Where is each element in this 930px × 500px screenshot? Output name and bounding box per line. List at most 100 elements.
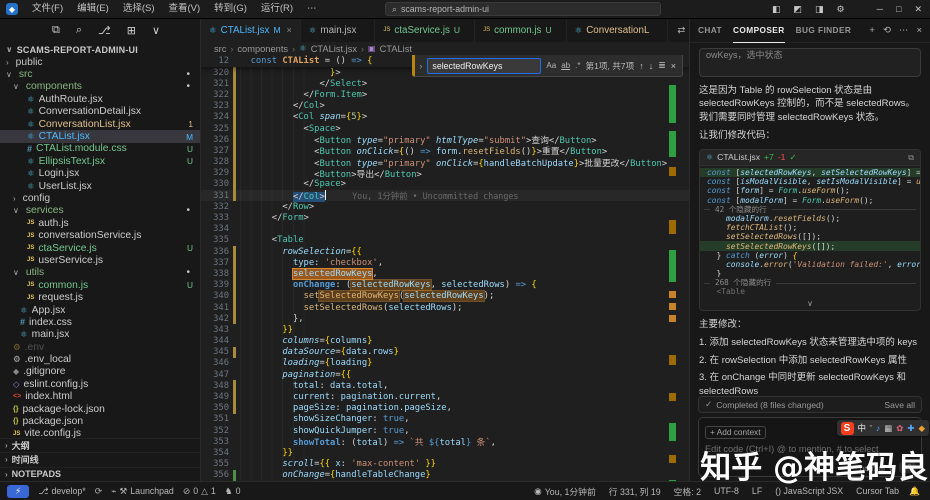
copy-code-icon[interactable]: ⧉: [908, 152, 914, 163]
find-next-icon[interactable]: ↓: [649, 61, 654, 71]
code-line[interactable]: 322 </Form.Item>: [201, 89, 689, 100]
ime-toolbar-icon[interactable]: ◆: [918, 420, 925, 436]
code-line[interactable]: 321 </Select>: [201, 78, 689, 89]
code-line[interactable]: 348 total: data.total,: [201, 380, 689, 391]
file-tree-item[interactable]: {} package.json: [0, 415, 200, 427]
file-tree-item[interactable]: # index.css: [0, 316, 200, 328]
breadcrumb-item[interactable]: CTAList: [380, 44, 412, 54]
code-line[interactable]: 355 scroll={{ x: 'max-content' }}: [201, 459, 689, 470]
regex-icon[interactable]: .*: [575, 61, 580, 70]
code-line[interactable]: 335 <Table: [201, 235, 689, 246]
breadcrumb-item[interactable]: src: [214, 44, 226, 54]
toggle-panel-icon[interactable]: ◩: [794, 4, 803, 15]
status-item[interactable]: Cursor Tab: [853, 486, 899, 496]
command-center-search[interactable]: ⌕ scams-report-admin-ui: [385, 2, 661, 16]
status-item[interactable]: 🔔: [909, 486, 923, 497]
file-tree-item[interactable]: JS conversationService.js: [0, 229, 200, 241]
sogou-logo-icon[interactable]: S: [841, 422, 854, 435]
file-tree-item[interactable]: JS auth.js: [0, 217, 200, 229]
status-item[interactable]: () JavaScript JSX: [772, 486, 843, 496]
file-tree-item[interactable]: ∨ utils: [0, 267, 200, 279]
menu-item[interactable]: 查看(V): [161, 0, 207, 18]
file-tree-item[interactable]: ⚛ App.jsx: [0, 304, 200, 316]
project-title-row[interactable]: ∨ SCAMS-REPORT-ADMIN-UI: [0, 43, 200, 56]
code-line[interactable]: 343 }}: [201, 324, 689, 335]
file-tree-item[interactable]: JS vite.config.js: [0, 428, 200, 438]
code-line[interactable]: 347 pagination={{: [201, 369, 689, 380]
code-line[interactable]: 324 <Col span={5}>: [201, 112, 689, 123]
remote-indicator[interactable]: ⚡: [7, 485, 29, 498]
menu-item[interactable]: 编辑(E): [70, 0, 116, 18]
code-line[interactable]: 332 </Row>: [201, 201, 689, 212]
file-tree-item[interactable]: ⚛ ConversationDetail.jsx: [0, 106, 200, 118]
file-tree-item[interactable]: JS ctaService.js U: [0, 242, 200, 254]
breadcrumb-item[interactable]: CTAList.jsx: [311, 44, 357, 54]
sync-icon[interactable]: ⟳: [95, 486, 102, 497]
file-tree-item[interactable]: ⚛ Login.jsx: [0, 168, 200, 180]
file-tree-item[interactable]: JS userService.js: [0, 254, 200, 266]
code-line[interactable]: 334: [201, 224, 689, 235]
code-line[interactable]: 337 type: 'checkbox',: [201, 257, 689, 268]
file-tree-item[interactable]: ◇ eslint.config.js: [0, 378, 200, 390]
code-line[interactable]: 338 selectedRowKeys,: [201, 268, 689, 279]
editor-tab[interactable]: ⚛ main.jsx: [301, 18, 376, 42]
save-all-button[interactable]: Save all: [884, 400, 915, 410]
menu-item[interactable]: 转到(G): [207, 0, 254, 18]
code-line[interactable]: 329 <Button>导出</Button>: [201, 168, 689, 179]
completed-bar[interactable]: ✓ Completed (8 files changed) Save all: [698, 396, 922, 413]
sidebar-section-header[interactable]: › NOTEPADS: [0, 467, 200, 482]
ime-toolbar-icon[interactable]: ’: [870, 420, 872, 436]
search-icon[interactable]: ⌕: [76, 24, 82, 37]
sidebar-section-header[interactable]: › 大纲: [0, 438, 200, 453]
whole-word-icon[interactable]: ab: [561, 61, 570, 70]
chat-panel-tab[interactable]: COMPOSER: [733, 18, 785, 43]
match-case-icon[interactable]: Aa: [546, 61, 556, 70]
git-branch-status[interactable]: ⎇ develop*: [38, 486, 85, 497]
file-tree-item[interactable]: ∨ services: [0, 205, 200, 217]
file-tree-item[interactable]: ⚙ .env_local: [0, 353, 200, 365]
overview-ruler[interactable]: [669, 55, 676, 482]
find-previous-icon[interactable]: ↑: [639, 61, 644, 71]
status-item[interactable]: ◉ You, 1分钟前: [534, 485, 596, 498]
file-tree-item[interactable]: ⚛ main.jsx: [0, 329, 200, 341]
extensions-icon[interactable]: ⊞: [127, 24, 136, 37]
status-item[interactable]: 空格: 2: [671, 485, 701, 498]
code-line[interactable]: 330 </Space>: [201, 179, 689, 190]
status-item[interactable]: UTF-8: [711, 486, 739, 496]
code-line[interactable]: 350 pageSize: pagination.pageSize,: [201, 403, 689, 414]
code-line[interactable]: 336 rowSelection={{: [201, 246, 689, 257]
file-tree-item[interactable]: ∨ src: [0, 68, 200, 80]
explorer-icon[interactable]: ⧉: [52, 24, 60, 37]
close-button[interactable]: ✕: [914, 4, 922, 15]
ime-toolbar-icon[interactable]: ✚: [907, 420, 914, 436]
file-tree-item[interactable]: › config: [0, 192, 200, 204]
maximize-button[interactable]: □: [896, 4, 901, 14]
menu-item[interactable]: 运行(R): [254, 0, 300, 18]
file-tree-item[interactable]: # CTAList.module.css U: [0, 143, 200, 155]
code-card-collapse-icon[interactable]: ∨: [700, 299, 920, 310]
customize-layout-icon[interactable]: ⚙: [837, 4, 845, 15]
add-context-button[interactable]: + Add context: [705, 426, 766, 439]
source-control-icon[interactable]: ⎇: [98, 24, 111, 37]
launchpad-status[interactable]: ⌁ ⚒ Launchpad: [111, 486, 174, 497]
editor-tab[interactable]: JS common.js U: [475, 18, 567, 42]
file-tree-item[interactable]: ⚛ ConversationList.jsx 1: [0, 118, 200, 130]
ime-toolbar-icon[interactable]: ♪: [876, 420, 880, 436]
code-line[interactable]: 346 loading={loading}: [201, 358, 689, 369]
file-tree-item[interactable]: ⚛ EllipsisText.jsx U: [0, 155, 200, 167]
toggle-secondary-sidebar-icon[interactable]: ◨: [815, 4, 824, 15]
code-line[interactable]: 356 onChange={handleTableChange}: [201, 470, 689, 481]
code-line[interactable]: 354 }}: [201, 447, 689, 458]
editor-tab[interactable]: JS ctaService.js U: [375, 18, 475, 42]
history-icon[interactable]: ⟲: [883, 25, 891, 36]
file-tree-item[interactable]: JS common.js U: [0, 279, 200, 291]
find-close-icon[interactable]: ×: [671, 61, 676, 71]
minimize-button[interactable]: ─: [877, 4, 883, 14]
problems-status[interactable]: ⊘ 0 △ 1: [183, 486, 216, 497]
breadcrumb-item[interactable]: components: [237, 44, 288, 54]
code-line[interactable]: 342 },: [201, 313, 689, 324]
file-tree-item[interactable]: ⚛ AuthRoute.jsx: [0, 93, 200, 105]
code-line[interactable]: 341 setSelectedRows(selectedRows);: [201, 302, 689, 313]
ime-toolbar-icon[interactable]: 中: [858, 420, 867, 436]
file-tree-item[interactable]: ⚛ CTAList.jsx M: [0, 130, 200, 142]
